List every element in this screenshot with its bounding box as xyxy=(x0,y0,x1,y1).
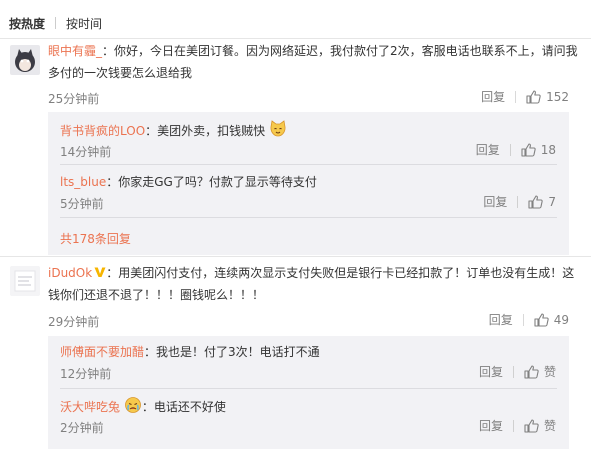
reply-actions: 回复 7 xyxy=(483,193,556,210)
thumbs-up-icon xyxy=(524,364,539,379)
reply-time: 14分钟前 xyxy=(60,145,112,159)
like-count: 152 xyxy=(546,89,569,104)
reply-button[interactable]: 回复 xyxy=(476,141,500,158)
like-button[interactable]: 49 xyxy=(534,313,569,327)
reply-time: 12分钟前 xyxy=(60,367,112,381)
like-button[interactable]: 赞 xyxy=(524,417,556,434)
reply-body: ：我也是！付了3次！电话打不通 xyxy=(144,345,320,359)
reply-button[interactable]: 回复 xyxy=(483,193,507,210)
like-count: 7 xyxy=(548,194,556,209)
reply-username[interactable]: 师傅面不要加醋 xyxy=(60,345,144,359)
tab-separator xyxy=(55,17,57,29)
action-separator xyxy=(522,313,524,326)
reply-username[interactable]: 背书背疯的LOO xyxy=(60,124,145,138)
reply-item: 背书背疯的LOO：美团外卖，扣钱贼快 14分钟前 回复 18 xyxy=(48,112,569,164)
reply-body: ：美团外卖，扣钱贼快 xyxy=(145,124,266,138)
like-button[interactable]: 赞 xyxy=(524,363,556,380)
thumbs-up-icon xyxy=(528,194,544,209)
comment-username[interactable]: 眼中有霾_ xyxy=(48,44,102,58)
comment-time: 29分钟前 xyxy=(48,315,100,329)
comment-actions: 回复 49 xyxy=(489,311,569,328)
reply-item: 沃大哔吃兔 ：电话还不好使 2分钟前 回复 赞 xyxy=(48,389,569,449)
reply-time: 5分钟前 xyxy=(60,197,104,211)
reply-username[interactable]: lts_blue xyxy=(60,175,106,189)
tab-sort-hot[interactable]: 按热度 xyxy=(9,15,45,32)
verified-v-icon xyxy=(94,267,106,277)
sort-tabs: 按热度 按时间 xyxy=(9,14,102,32)
reply-text: 沃大哔吃兔 ：电话还不好使 xyxy=(60,396,226,416)
reply-username[interactable]: 沃大哔吃兔 xyxy=(60,400,120,414)
comment-body: ：你好，今日在美团订餐。因为网络延迟，我付款付了2次，客服电话也联系不上，请问我… xyxy=(48,44,578,80)
cat-face-emoji xyxy=(270,120,286,137)
avatar-icon xyxy=(10,45,40,75)
action-separator xyxy=(509,143,511,156)
comment-time: 25分钟前 xyxy=(48,92,100,106)
reply-item: lts_blue：你家走GG了吗？付款了显示等待支付 5分钟前 回复 7 xyxy=(48,165,569,217)
avatar[interactable] xyxy=(10,266,40,296)
comment-body: ：用美团闪付支付，连续两次显示支付失败但是银行卡已经扣款了！订单也没有生成！这钱… xyxy=(48,266,575,302)
reply-text: lts_blue：你家走GG了吗？付款了显示等待支付 xyxy=(60,173,317,191)
like-label: 赞 xyxy=(543,419,556,433)
divider xyxy=(0,256,591,257)
reply-divider xyxy=(60,217,557,218)
divider xyxy=(0,38,591,39)
reply-text: 背书背疯的LOO：美团外卖，扣钱贼快 xyxy=(60,120,287,140)
reply-button[interactable]: 回复 xyxy=(479,417,503,434)
more-replies-link[interactable]: 共178条回复 xyxy=(60,230,131,247)
thumbs-up-icon xyxy=(524,418,539,433)
thumbs-up-icon xyxy=(521,142,536,157)
reply-body: ：你家走GG了吗？付款了显示等待支付 xyxy=(106,175,317,189)
like-button[interactable]: 18 xyxy=(521,143,556,157)
reply-box: 师傅面不要加醋：我也是！付了3次！电话打不通 12分钟前 回复 赞 沃大哔吃兔 xyxy=(48,336,569,449)
thumbs-up-icon xyxy=(526,89,541,104)
comment-username[interactable]: iDudOk xyxy=(48,266,92,280)
tab-sort-time[interactable]: 按时间 xyxy=(66,15,102,32)
avatar[interactable] xyxy=(10,45,40,75)
action-separator xyxy=(515,90,517,103)
comment-text: iDudOk ：用美团闪付支付，连续两次显示支付失败但是银行卡已经扣款了！订单也没… xyxy=(48,262,578,306)
like-count: 49 xyxy=(553,312,569,327)
thumbs-up-icon xyxy=(534,312,549,327)
like-button[interactable]: 152 xyxy=(526,90,569,104)
comment-actions: 回复 152 xyxy=(481,88,569,105)
crying-face-emoji xyxy=(124,397,141,413)
reply-item: 师傅面不要加醋：我也是！付了3次！电话打不通 12分钟前 回复 赞 xyxy=(48,336,569,388)
like-count: 18 xyxy=(540,142,556,157)
action-separator xyxy=(512,419,514,432)
reply-body: ：电话还不好使 xyxy=(141,400,226,414)
reply-button[interactable]: 回复 xyxy=(481,88,505,105)
avatar-icon xyxy=(10,266,40,296)
reply-time: 2分钟前 xyxy=(60,421,104,435)
reply-text: 师傅面不要加醋：我也是！付了3次！电话打不通 xyxy=(60,343,320,361)
reply-actions: 回复 赞 xyxy=(479,417,556,434)
reply-box: 背书背疯的LOO：美团外卖，扣钱贼快 14分钟前 回复 18 lts_blue：… xyxy=(48,112,569,255)
like-button[interactable]: 7 xyxy=(528,195,556,209)
reply-actions: 回复 赞 xyxy=(479,363,556,380)
comment-text: 眼中有霾_：你好，今日在美团订餐。因为网络延迟，我付款付了2次，客服电话也联系不… xyxy=(48,40,578,84)
reply-actions: 回复 18 xyxy=(476,141,556,158)
reply-button[interactable]: 回复 xyxy=(479,363,503,380)
like-label: 赞 xyxy=(543,365,556,379)
action-separator xyxy=(512,365,514,378)
reply-button[interactable]: 回复 xyxy=(489,311,513,328)
action-separator xyxy=(517,195,519,208)
